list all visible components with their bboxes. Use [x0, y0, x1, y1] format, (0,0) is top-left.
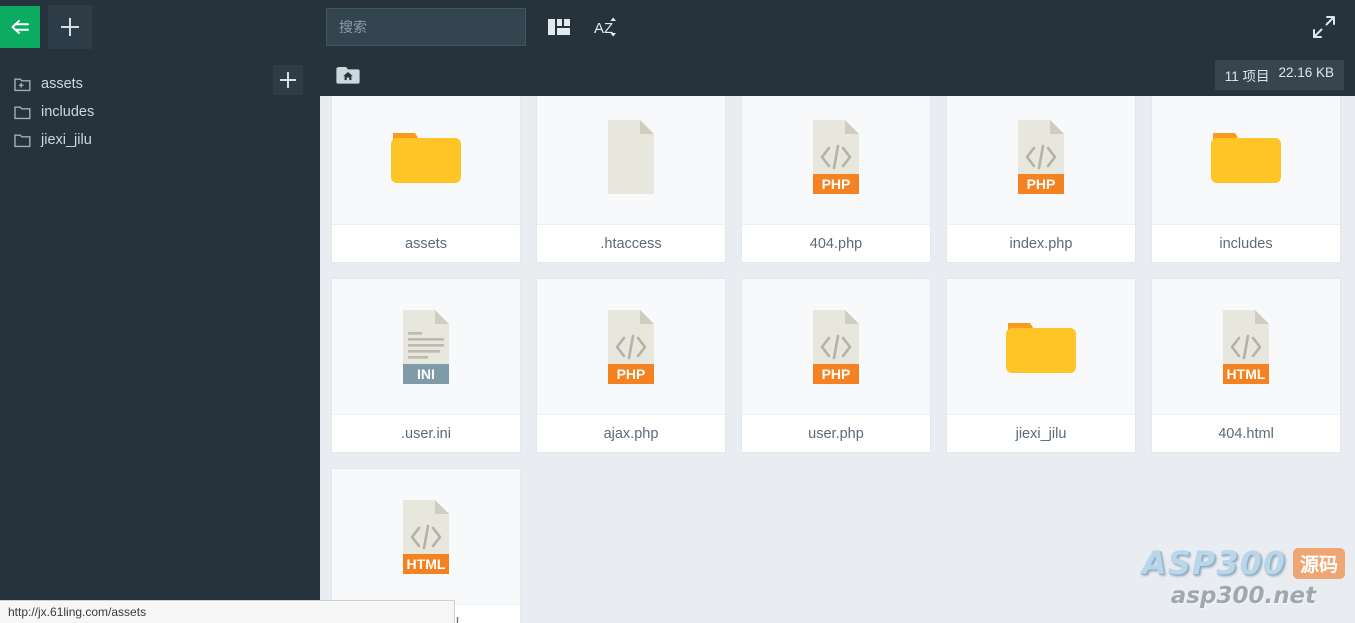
svg-text:HTML: HTML: [1227, 366, 1266, 382]
expand-arrows-icon: [1313, 16, 1335, 38]
sidebar-item-label: assets: [41, 75, 83, 92]
file-card[interactable]: INI .user.ini: [331, 278, 521, 453]
file-name-label: jiexi_jilu: [947, 414, 1135, 452]
plus-icon: [280, 72, 296, 88]
sidebar-item-label: jiexi_jilu: [41, 131, 92, 148]
file-icon-area: HTML: [1152, 279, 1340, 414]
file-name-label: ajax.php: [537, 414, 725, 452]
file-icon-area: PHP: [537, 279, 725, 414]
breadcrumb-bar: 11 项目 22.16 KB: [320, 54, 1355, 96]
php-file-icon: PHP: [813, 119, 859, 194]
file-icon-area: [332, 96, 520, 224]
svg-text:PHP: PHP: [822, 366, 851, 382]
file-icon-area: [537, 96, 725, 224]
file-card[interactable]: .htaccess: [536, 96, 726, 263]
file-grid: assets .htaccess PHP 404.php PHP index.php inc…: [331, 96, 1355, 623]
file-icon-area: [947, 279, 1135, 414]
folder-icon: [391, 132, 461, 183]
file-icon-area: INI: [332, 279, 520, 414]
file-icon-area: PHP: [742, 279, 930, 414]
file-icon-area: [1152, 96, 1340, 224]
grid-view-icon: [548, 19, 570, 35]
sidebar-add-button[interactable]: [273, 65, 303, 95]
svg-text:AZ: AZ: [594, 20, 613, 37]
file-card[interactable]: HTML 404.html: [1151, 278, 1341, 453]
file-grid-area[interactable]: assets .htaccess PHP 404.php PHP index.php inc…: [320, 96, 1355, 623]
folder-icon: [1211, 132, 1281, 183]
breadcrumb-home-button[interactable]: [336, 64, 360, 86]
file-card[interactable]: assets: [331, 96, 521, 263]
folder-icon: [14, 106, 31, 119]
php-file-icon: PHP: [608, 309, 654, 384]
file-card[interactable]: jiexi_jilu: [946, 278, 1136, 453]
php-file-icon: PHP: [813, 309, 859, 384]
svg-text:PHP: PHP: [1027, 176, 1056, 192]
file-icon-area: HTML: [332, 469, 520, 604]
file-card[interactable]: includes: [1151, 96, 1341, 263]
sort-button[interactable]: AZ: [589, 9, 625, 45]
blank-file-icon: [608, 119, 654, 194]
html-file-icon: HTML: [1223, 309, 1269, 384]
search-input[interactable]: [326, 8, 526, 46]
file-name-label: includes: [1152, 224, 1340, 262]
total-size: 22.16 KB: [1278, 65, 1334, 80]
file-card[interactable]: PHP index.php: [946, 96, 1136, 263]
file-name-label: assets: [332, 224, 520, 262]
sidebar-item-jiexi_jilu[interactable]: jiexi_jilu: [10, 126, 320, 154]
top-toolbar: AZ: [0, 0, 1355, 54]
file-name-label: user.php: [742, 414, 930, 452]
search-container: [326, 8, 526, 46]
folder-tree: assets includes jiexi_jilu: [0, 54, 320, 154]
item-count: 11 项目: [1224, 69, 1270, 84]
svg-text:HTML: HTML: [407, 556, 446, 572]
sort-alpha-icon: AZ: [594, 17, 616, 37]
plus-icon: [60, 17, 80, 37]
arrow-left-bar-icon: [11, 20, 29, 34]
file-card[interactable]: PHP user.php: [741, 278, 931, 453]
sidebar-item-includes[interactable]: includes: [10, 98, 320, 126]
file-name-label: .user.ini: [332, 414, 520, 452]
fullscreen-button[interactable]: [1306, 9, 1342, 45]
svg-text:PHP: PHP: [822, 176, 851, 192]
file-manager-window: AZ assets includes jiexi_jilu 11 项目: [0, 0, 1355, 623]
file-card[interactable]: PHP 404.php: [741, 96, 931, 263]
file-name-label: index.php: [947, 224, 1135, 262]
file-card[interactable]: PHP ajax.php: [536, 278, 726, 453]
folder-plus-icon: [14, 78, 31, 91]
php-file-icon: PHP: [1018, 119, 1064, 194]
new-item-button[interactable]: [48, 5, 92, 49]
view-mode-button[interactable]: [541, 9, 577, 45]
file-icon-area: PHP: [742, 96, 930, 224]
file-name-label: 404.php: [742, 224, 930, 262]
folder-icon: [14, 134, 31, 147]
sidebar-item-label: includes: [41, 103, 95, 120]
folder-stats: 11 项目 22.16 KB: [1214, 60, 1344, 90]
home-folder-icon: [336, 67, 360, 84]
status-url: http://jx.61ling.com/assets: [8, 605, 147, 619]
svg-text:PHP: PHP: [617, 366, 646, 382]
sidebar: assets includes jiexi_jilu: [0, 54, 320, 623]
file-name-label: .htaccess: [537, 224, 725, 262]
svg-text:INI: INI: [417, 366, 435, 382]
html-file-icon: HTML: [403, 499, 449, 574]
file-icon-area: PHP: [947, 96, 1135, 224]
ini-file-icon: INI: [403, 309, 449, 384]
status-bar: http://jx.61ling.com/assets: [0, 600, 455, 623]
back-button[interactable]: [0, 6, 40, 48]
file-name-label: 404.html: [1152, 414, 1340, 452]
folder-icon: [1006, 322, 1076, 373]
